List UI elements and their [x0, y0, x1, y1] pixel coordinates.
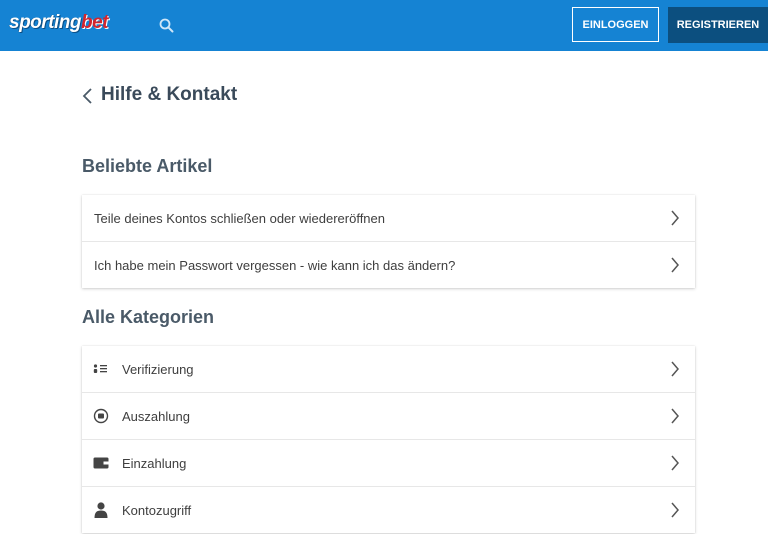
category-item-deposit[interactable]: Einzahlung	[82, 440, 695, 487]
popular-article-item[interactable]: Teile deines Kontos schließen oder wiede…	[82, 195, 695, 242]
page-title: Hilfe & Kontakt	[101, 84, 238, 105]
login-button-label: EINLOGGEN	[582, 18, 649, 31]
chevron-right-icon	[671, 502, 679, 518]
category-item-withdrawal[interactable]: Auszahlung	[82, 393, 695, 440]
popular-article-label: Teile deines Kontos schließen oder wiede…	[94, 210, 385, 226]
popular-article-item[interactable]: Ich habe mein Passwort vergessen - wie k…	[82, 242, 695, 288]
popular-articles-heading: Beliebte Artikel	[82, 156, 213, 176]
sportingbet-logo[interactable]: sportingbet	[9, 12, 109, 34]
category-label: Auszahlung	[122, 408, 190, 424]
login-button[interactable]: EINLOGGEN	[572, 7, 659, 42]
chevron-right-icon	[671, 210, 679, 226]
popular-articles-list: Teile deines Kontos schließen oder wiede…	[82, 195, 695, 288]
categories-list: Verifizierung Auszahlung Einzahlung Kont…	[82, 346, 695, 533]
chevron-right-icon	[671, 408, 679, 424]
category-item-verification[interactable]: Verifizierung	[82, 346, 695, 393]
logo-accent-text: bet	[81, 12, 109, 33]
chevron-right-icon	[671, 257, 679, 273]
all-categories-heading: Alle Kategorien	[82, 307, 215, 327]
chevron-right-icon	[671, 455, 679, 471]
category-label: Kontozugriff	[122, 502, 192, 518]
popular-article-label: Ich habe mein Passwort vergessen - wie k…	[94, 257, 456, 273]
register-button-label: REGISTRIEREN	[676, 19, 760, 31]
user-icon	[93, 502, 109, 518]
wallet-icon	[93, 455, 109, 471]
category-label: Verifizierung	[122, 361, 194, 377]
category-label: Einzahlung	[122, 455, 187, 471]
top-navigation-bar: sportingbet EINLOGGEN REGISTRIEREN	[0, 0, 768, 51]
search-icon[interactable]	[158, 17, 176, 35]
chevron-right-icon	[671, 361, 679, 377]
verification-icon	[93, 361, 109, 377]
withdrawal-icon	[93, 408, 109, 424]
logo-main-text: sporting	[9, 12, 82, 33]
back-chevron-icon[interactable]	[80, 86, 98, 106]
register-button[interactable]: REGISTRIEREN	[668, 7, 768, 43]
category-item-account-access[interactable]: Kontozugriff	[82, 487, 695, 533]
